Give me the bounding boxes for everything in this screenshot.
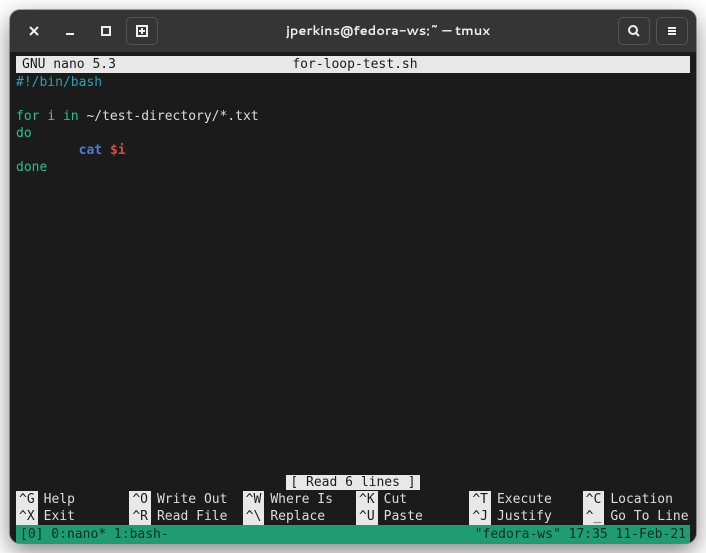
code-varref: $i [110,143,126,158]
shortcut-execute[interactable]: ^TExecute [469,491,576,508]
shortcut-location[interactable]: ^CLocation [583,491,690,508]
nano-header: GNU nano 5.3 for-loop-test.sh [16,56,690,73]
tmux-status-bar: [0] 0:nano* 1:bash- "fedora-ws" 17:35 11… [16,525,690,543]
shortcut-exit[interactable]: ^XExit [16,508,123,525]
nano-shortcuts: ^GHelp ^OWrite Out ^WWhere Is ^KCut ^TEx… [16,491,690,525]
code-keyword-for: for [16,109,39,124]
code-glob: ~/test-directory/*.txt [86,109,258,124]
terminal-window: jperkins@fedora-ws:~ — tmux GNU nano 5.3… [10,10,696,543]
terminal-area[interactable]: GNU nano 5.3 for-loop-test.sh #!/bin/bas… [10,52,696,543]
shortcut-paste[interactable]: ^UPaste [356,508,463,525]
window-title: jperkins@fedora-ws:~ — tmux [162,22,614,40]
nano-status-text: [ Read 6 lines ] [286,475,419,490]
code-keyword-done: done [16,160,47,175]
shortcut-whereis[interactable]: ^WWhere Is [243,491,350,508]
code-var: i [47,109,55,124]
close-button[interactable] [18,17,50,45]
new-tab-button[interactable] [126,17,158,45]
code-keyword-do: do [16,126,32,141]
shortcut-help[interactable]: ^GHelp [16,491,123,508]
shortcut-writeout[interactable]: ^OWrite Out [129,491,236,508]
shortcut-justify[interactable]: ^JJustify [469,508,576,525]
search-button[interactable] [618,17,650,45]
menu-button[interactable] [656,17,688,45]
nano-app-name: GNU nano 5.3 [22,56,116,73]
code-cmd-cat: cat [79,143,102,158]
shortcut-replace[interactable]: ^\Replace [243,508,350,525]
code-keyword-in: in [63,109,79,124]
shortcut-gotoline[interactable]: ^_Go To Line [583,508,690,525]
nano-filename: for-loop-test.sh [116,56,594,73]
shortcut-cut[interactable]: ^KCut [356,491,463,508]
code-shebang: #!/bin/bash [16,75,102,90]
editor-content[interactable]: #!/bin/bash for i in ~/test-directory/*.… [16,73,690,474]
nano-status-line: [ Read 6 lines ] [16,474,690,491]
titlebar: jperkins@fedora-ws:~ — tmux [10,10,696,52]
shortcut-readfile[interactable]: ^RRead File [129,508,236,525]
tmux-status-right: "fedora-ws" 17:35 11-Feb-21 [475,526,686,543]
minimize-button[interactable] [54,17,86,45]
maximize-button[interactable] [90,17,122,45]
tmux-status-left: [0] 0:nano* 1:bash- [20,526,475,543]
